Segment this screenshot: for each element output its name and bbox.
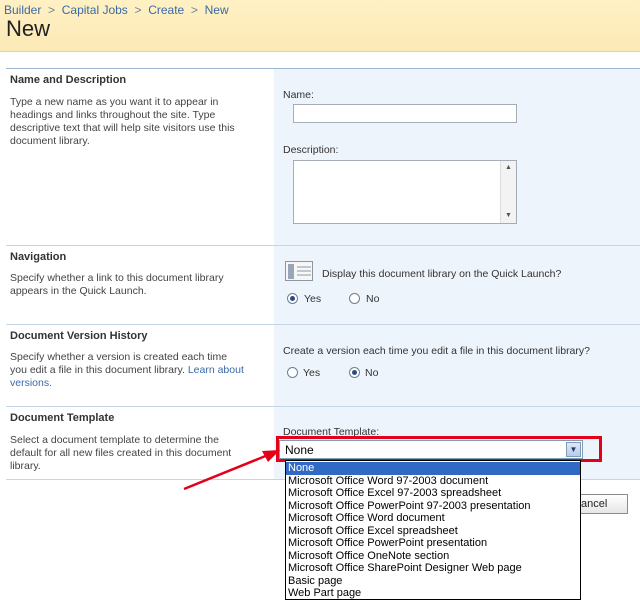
arrow-shaft bbox=[183, 453, 269, 491]
annotation-arrow-icon bbox=[183, 450, 280, 491]
